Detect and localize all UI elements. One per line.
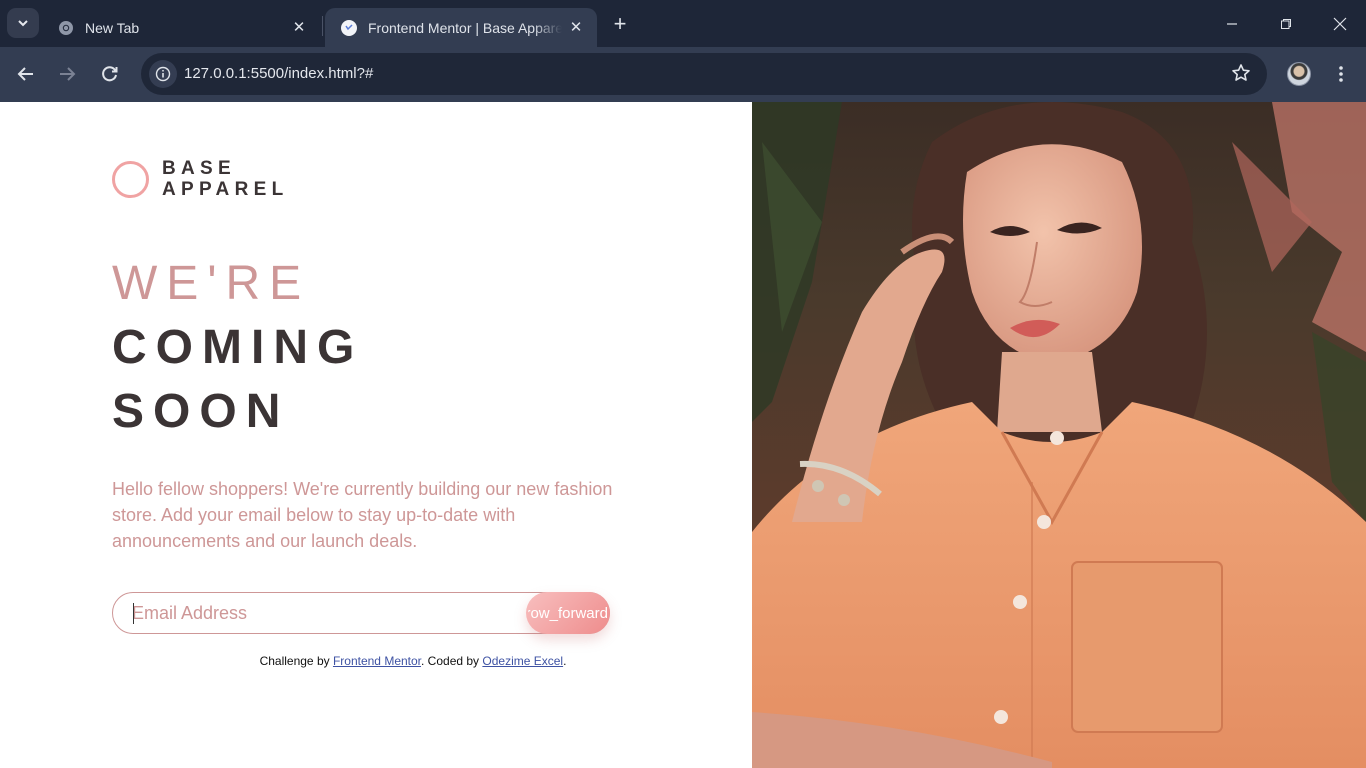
new-tab-button[interactable]: + bbox=[606, 10, 634, 38]
minimize-button[interactable] bbox=[1205, 0, 1259, 47]
forward-button[interactable] bbox=[51, 59, 83, 89]
text-caret bbox=[133, 603, 134, 624]
restore-button[interactable] bbox=[1259, 0, 1313, 47]
reload-button[interactable] bbox=[94, 59, 126, 89]
attribution-suffix: . bbox=[563, 654, 567, 668]
email-form: arrow_forward bbox=[112, 592, 610, 634]
hero-photo-illustration bbox=[752, 102, 1366, 768]
logo-line-2: APPAREL bbox=[162, 179, 289, 200]
url-text: 127.0.0.1:5500/index.html?# bbox=[184, 65, 374, 82]
submit-button[interactable]: arrow_forward bbox=[526, 592, 610, 634]
hero-image bbox=[752, 102, 1366, 768]
bookmark-star-button[interactable] bbox=[1231, 63, 1251, 88]
headline-dark-2: SOON bbox=[112, 385, 290, 438]
chevron-down-icon bbox=[18, 20, 28, 27]
close-icon bbox=[1333, 17, 1347, 30]
info-icon bbox=[155, 66, 171, 82]
back-button[interactable] bbox=[10, 59, 42, 89]
logo-line-1: BASE bbox=[162, 158, 236, 179]
close-icon[interactable]: ✕ bbox=[567, 18, 585, 36]
window-close-button[interactable] bbox=[1313, 0, 1366, 47]
attribution-prefix: Challenge by bbox=[259, 654, 333, 668]
attribution-middle: . Coded by bbox=[421, 654, 483, 668]
address-bar[interactable]: 127.0.0.1:5500/index.html?# bbox=[141, 53, 1267, 95]
tab-new-tab[interactable]: New Tab ✕ bbox=[42, 8, 320, 47]
submit-label: arrow_forward bbox=[528, 604, 608, 622]
tab-search-button[interactable] bbox=[7, 8, 39, 38]
more-vertical-icon bbox=[1339, 66, 1343, 82]
reload-icon bbox=[102, 66, 118, 82]
chrome-icon bbox=[59, 20, 73, 35]
logo-ring-icon bbox=[112, 160, 149, 198]
arrow-right-icon bbox=[60, 67, 76, 81]
intro-text: Hello fellow shoppers! We're currently b… bbox=[112, 479, 613, 551]
tab-frontend-mentor[interactable]: Frontend Mentor | Base Apparel coming so… bbox=[325, 8, 597, 47]
logo-text: BASE APPAREL bbox=[162, 158, 288, 200]
tab-title: New Tab bbox=[85, 19, 140, 36]
tab-strip: New Tab ✕ Frontend Mentor | Base Apparel… bbox=[0, 0, 1366, 47]
restore-icon bbox=[1281, 18, 1291, 29]
tab-separator bbox=[322, 16, 323, 36]
browser-menu-button[interactable] bbox=[1326, 59, 1356, 89]
close-icon[interactable]: ✕ bbox=[290, 18, 308, 36]
brand-logo: BASE APPAREL bbox=[112, 158, 288, 200]
headline-light: WE'RE bbox=[112, 257, 311, 310]
attribution: Challenge by Frontend Mentor. Coded by O… bbox=[0, 654, 826, 668]
arrow-left-icon bbox=[17, 67, 33, 81]
browser-toolbar: 127.0.0.1:5500/index.html?# bbox=[0, 47, 1366, 102]
site-info-button[interactable] bbox=[149, 60, 177, 88]
minimize-icon bbox=[1227, 22, 1237, 25]
content-panel: BASE APPAREL WE'RE COMING SOON Hello fel… bbox=[0, 102, 752, 768]
page-viewport: BASE APPAREL WE'RE COMING SOON Hello fel… bbox=[0, 102, 1366, 768]
frontend-mentor-link[interactable]: Frontend Mentor bbox=[333, 654, 421, 668]
profile-avatar[interactable] bbox=[1287, 62, 1311, 86]
author-link[interactable]: Odezime Excel bbox=[482, 654, 563, 668]
star-icon bbox=[1232, 64, 1250, 81]
headline-dark-1: COMING bbox=[112, 321, 364, 374]
tab-title: Frontend Mentor | Base Apparel coming so… bbox=[368, 19, 562, 36]
headline: WE'RE COMING SOON bbox=[112, 252, 363, 444]
email-input[interactable] bbox=[132, 601, 512, 625]
frontend-mentor-icon bbox=[341, 19, 357, 36]
